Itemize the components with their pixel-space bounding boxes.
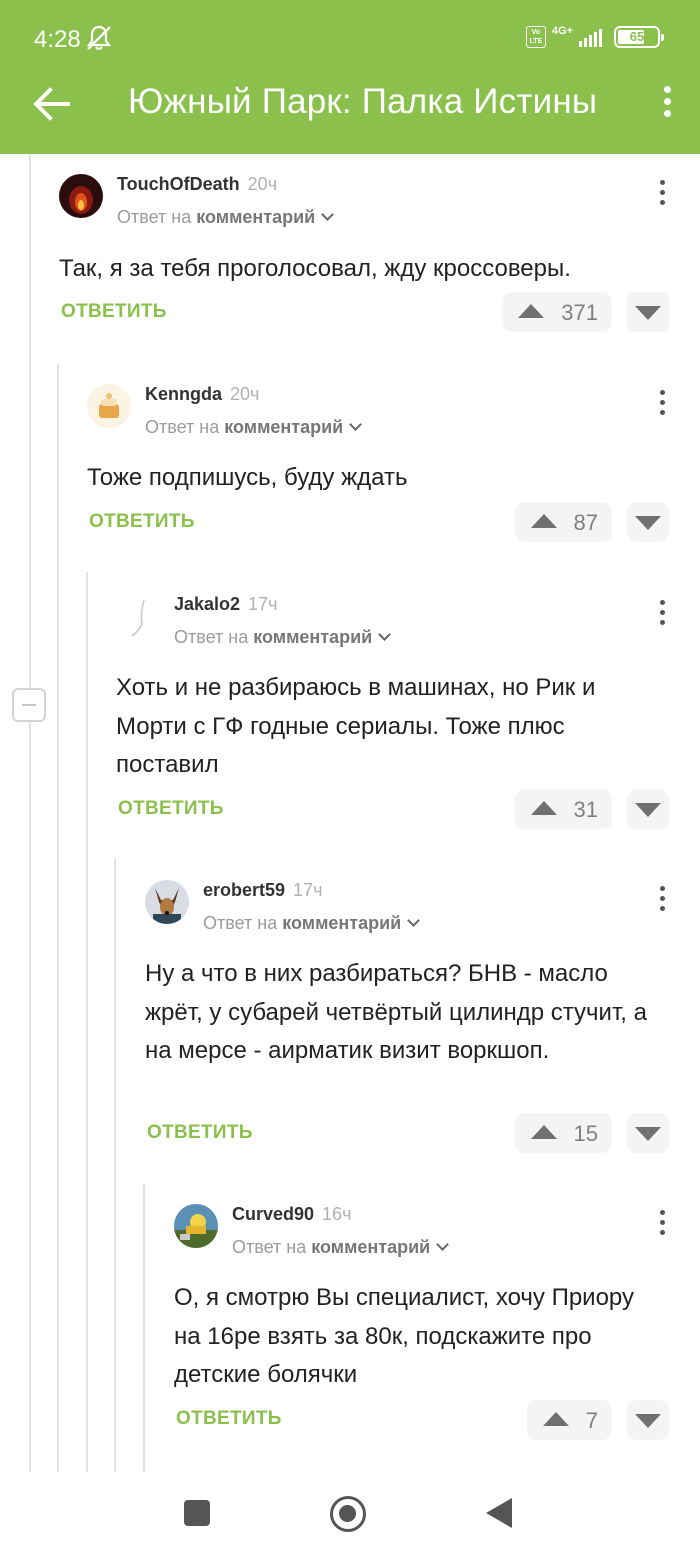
comment-text: О, я смотрю Вы специалист, хочу Приору н… [174,1284,634,1388]
home-icon[interactable] [330,1496,366,1532]
downvote-button[interactable] [627,789,669,829]
more-options-icon[interactable] [660,86,674,122]
comment-author[interactable]: Kenngda 20ч [145,384,259,405]
comment-menu-icon[interactable] [655,600,669,630]
reply-to-link[interactable]: Ответ на комментарий [145,417,363,438]
thread-line [86,572,88,1472]
chevron-down-icon [436,1238,450,1251]
back-arrow-icon[interactable] [28,80,76,128]
upvote-button[interactable]: 31 [515,789,612,829]
upvote-button[interactable]: 15 [515,1113,612,1153]
reply-button[interactable]: ОТВЕТИТЬ [89,511,195,533]
chevron-down-icon [349,418,363,431]
reply-button[interactable]: ОТВЕТИТЬ [147,1122,253,1144]
collapse-thread-button[interactable] [12,688,46,722]
landscape-avatar-icon[interactable] [174,1204,218,1248]
downvote-button[interactable] [627,502,669,542]
thread-line [143,1184,145,1472]
reply-to-link[interactable]: Ответ на комментарий [117,207,335,228]
thread-line [57,364,59,1472]
reply-button[interactable]: ОТВЕТИТЬ [176,1408,282,1430]
comments-thread[interactable]: TouchOfDeath 20ч Ответ на комментарий Так… [0,154,700,1472]
reply-button[interactable]: ОТВЕТИТЬ [118,798,224,820]
thread-line [29,154,31,1472]
downvote-button[interactable] [627,1400,669,1440]
comment-time: 20ч [230,384,260,404]
comment-text: Хоть и не разбираюсь в машинах, но Рик и… [116,674,596,778]
status-time: 4:28 [34,26,81,53]
reply-to-link[interactable]: Ответ на комментарий [174,627,392,648]
cake-avatar-icon[interactable] [87,384,131,428]
comment-text: Так, я за тебя проголосовал, жду кроссов… [59,255,571,282]
bell-off-icon [86,25,112,51]
battery-icon: 65 [614,26,664,48]
vote-count: 7 [585,1408,598,1433]
vote-count: 15 [573,1121,598,1146]
vote-count: 31 [573,797,598,822]
chevron-down-icon [378,628,392,641]
signal-icon [579,27,602,47]
reply-to-link[interactable]: Ответ на комментарий [203,913,421,934]
comment-menu-icon[interactable] [655,1210,669,1240]
dog-avatar-icon[interactable] [145,880,189,924]
downvote-button[interactable] [627,1113,669,1153]
reply-button[interactable]: ОТВЕТИТЬ [61,301,167,323]
status-icons: Vo LTE 4G+ 65 [525,25,664,48]
network-type: 4G+ [551,25,573,37]
fire-avatar-icon[interactable] [59,174,103,218]
upvote-button[interactable]: 87 [515,502,612,542]
comment: Curved90 16ч Ответ на комментарий О, я см… [174,1204,669,1454]
sketch-avatar-icon[interactable] [116,594,160,638]
comment-menu-icon[interactable] [655,886,669,916]
comment-author[interactable]: TouchOfDeath 20ч [117,174,277,195]
reply-to-link[interactable]: Ответ на комментарий [232,1237,450,1258]
comment: TouchOfDeath 20ч Ответ на комментарий Так… [59,174,669,334]
chevron-down-icon [321,208,335,221]
comment-menu-icon[interactable] [655,180,669,210]
comment-author[interactable]: Curved90 16ч [232,1204,351,1225]
comment-menu-icon[interactable] [655,390,669,420]
comment-author[interactable]: erobert59 17ч [203,880,322,901]
comment-time: 17ч [293,880,323,900]
vote-count: 371 [561,300,598,325]
volte-icon: Vo LTE [525,26,546,48]
recent-apps-icon[interactable] [184,1500,210,1526]
comment-text: Тоже подпишусь, буду ждать [87,464,408,491]
chevron-down-icon [407,914,421,927]
comment-time: 17ч [248,594,278,614]
battery-level: 65 [629,29,645,44]
comment-text: Ну а что в них разбираться? БНВ - масло … [145,960,647,1064]
comment: erobert59 17ч Ответ на комментарий Ну а ч… [145,880,669,1160]
system-nav-bar [0,1472,700,1556]
nav-back-icon[interactable] [486,1498,512,1528]
comment: Jakalo2 17ч Ответ на комментарий Хоть и н… [116,594,669,834]
comment-time: 20ч [247,174,278,194]
upvote-button[interactable]: 371 [502,292,612,332]
comment-time: 16ч [322,1204,352,1224]
upvote-button[interactable]: 7 [527,1400,612,1440]
comment-author[interactable]: Jakalo2 17ч [174,594,277,615]
downvote-button[interactable] [627,292,669,332]
page-title: Южный Парк: Палка Истины [128,82,598,121]
comment: Kenngda 20ч Ответ на комментарий Тоже под… [87,384,669,544]
thread-line [114,858,116,1472]
app-bar: 4:28 Vo LTE 4G+ 65 Южный Парк: Палка Ист… [0,0,700,154]
vote-count: 87 [573,510,598,535]
